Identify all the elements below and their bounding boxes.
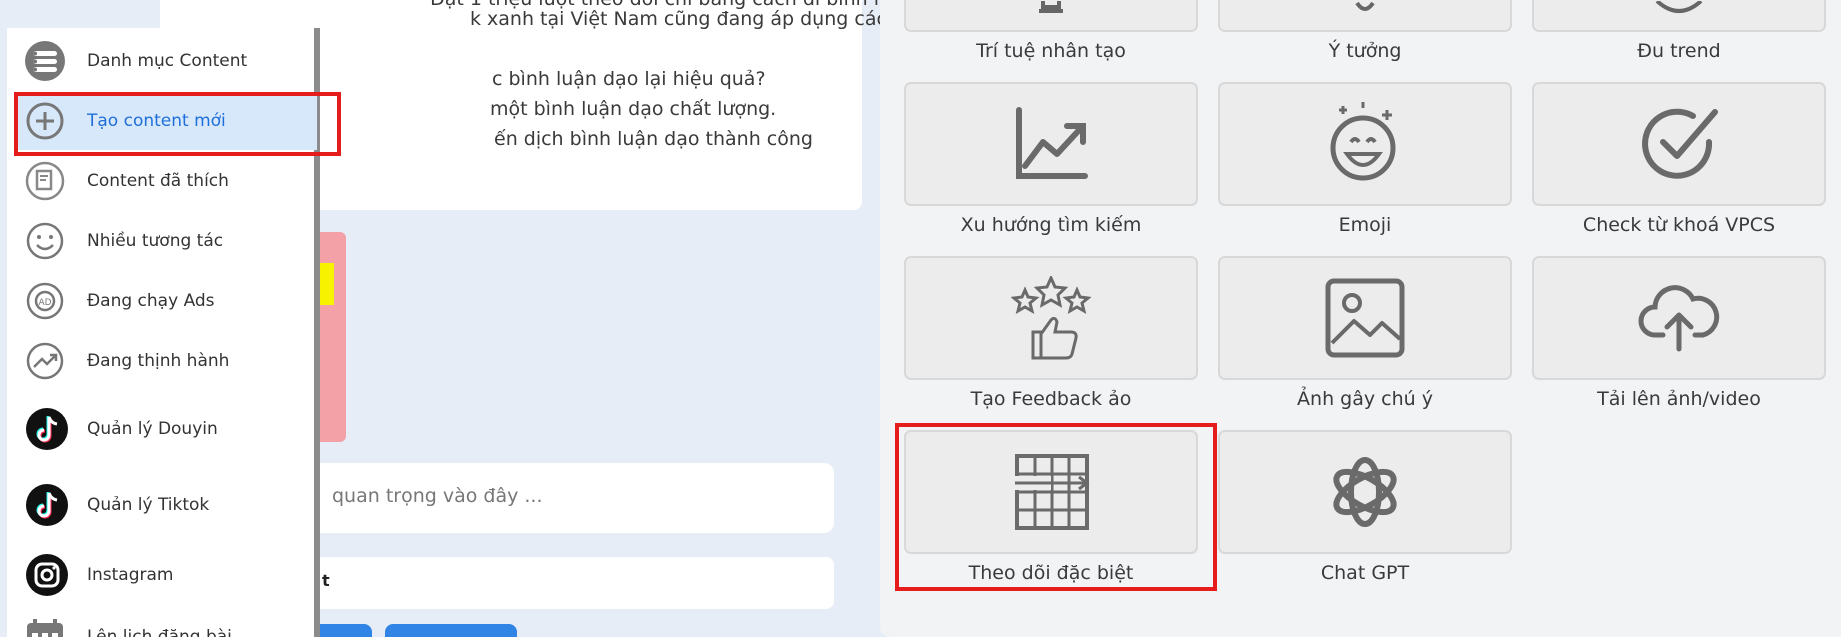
article-line: c bình luận dạo lại hiệu quả?: [492, 68, 766, 90]
trend-follow-icon: [1649, 1, 1709, 29]
tile-label: Đu trend: [1637, 40, 1721, 62]
tile-box: [1218, 82, 1512, 206]
sidebar-item-high-engagement[interactable]: Nhiều tương tác: [7, 212, 314, 270]
tile-label: Ý tưởng: [1328, 40, 1402, 62]
tile-label: Trí tuệ nhân tạo: [976, 40, 1126, 62]
tool-tile[interactable]: Trí tuệ nhân tạo: [904, 0, 1198, 62]
tile-box: [904, 256, 1198, 380]
input-placeholder: quan trọng vào đây ...: [332, 485, 543, 507]
sidebar-item-douyin[interactable]: Quản lý Douyin: [7, 400, 314, 458]
sidebar-item-label: Đang thịnh hành: [87, 351, 230, 371]
highlight-box: [895, 423, 1217, 591]
sidebar-item-label: Lên lịch đăng bài: [87, 627, 232, 637]
image-icon: [1324, 277, 1406, 359]
idea-icon: [1345, 1, 1385, 29]
tiktok-icon: [25, 407, 69, 451]
tile-label: Ảnh gây chú ý: [1297, 388, 1433, 410]
sidebar-item-tiktok[interactable]: Quản lý Tiktok: [7, 476, 314, 534]
list-icon: [25, 41, 65, 81]
tool-tile[interactable]: Đu trend: [1532, 0, 1826, 62]
tile-label: Emoji: [1338, 214, 1392, 236]
sidebar-item-content-categories[interactable]: Danh mục Content: [7, 32, 314, 90]
calendar-icon: [25, 617, 65, 637]
emoji-icon: [1325, 102, 1405, 186]
cloud-upload-icon: [1637, 283, 1721, 353]
sidebar-item-label: Instagram: [87, 565, 174, 585]
tile-box: [1218, 256, 1512, 380]
check-circle-icon: [1637, 102, 1721, 186]
tile-label: Chat GPT: [1320, 562, 1410, 584]
sidebar-item-liked-content[interactable]: Content đã thích: [7, 152, 314, 210]
tile-label: Tạo Feedback ảo: [970, 388, 1132, 410]
article-line: ến dịch bình luận dạo thành công: [494, 128, 813, 150]
tool-tile-emoji[interactable]: Emoji: [1218, 82, 1512, 236]
tool-tile[interactable]: Ý tưởng: [1218, 0, 1512, 62]
sidebar-item-running-ads[interactable]: AD Đang chạy Ads: [7, 272, 314, 330]
tile-box: [904, 82, 1198, 206]
article-line: một bình luận dạo chất lượng.: [490, 98, 777, 120]
article-line: k xanh tại Việt Nam cũng đang áp dụng cá…: [470, 8, 941, 30]
trending-icon: [25, 341, 65, 381]
smile-icon: [25, 221, 65, 261]
highlight-mark: [320, 263, 334, 305]
tile-box: [1218, 430, 1512, 554]
tool-tile-attention-image[interactable]: Ảnh gây chú ý: [1218, 256, 1512, 410]
sidebar-item-label: Quản lý Tiktok: [87, 495, 210, 515]
svg-text:AD: AD: [38, 298, 51, 308]
thumbs-up-stars-icon: [1011, 276, 1091, 360]
trend-chart-icon: [1011, 104, 1091, 184]
tile-label: Tải lên ảnh/video: [1597, 388, 1761, 410]
liked-content-icon: [25, 161, 65, 201]
tool-tile-search-trend[interactable]: Xu hướng tìm kiếm: [904, 82, 1198, 236]
ai-icon: [1031, 1, 1071, 29]
tile-box: [1218, 0, 1512, 32]
sidebar-item-schedule-post[interactable]: Lên lịch đăng bài: [7, 608, 314, 637]
instagram-icon: [25, 553, 69, 597]
content-input[interactable]: quan trọng vào đây ...: [300, 463, 834, 533]
tool-tile-fake-feedback[interactable]: Tạo Feedback ảo: [904, 256, 1198, 410]
action-button[interactable]: [385, 624, 517, 637]
tool-tile-upload[interactable]: Tải lên ảnh/video: [1532, 256, 1826, 410]
option-text: t: [322, 571, 330, 590]
sidebar-item-label: Đang chạy Ads: [87, 291, 215, 311]
sidebar-item-instagram[interactable]: Instagram: [7, 546, 314, 604]
option-field[interactable]: t: [300, 557, 834, 609]
tile-label: Check từ khoá VPCS: [1582, 214, 1776, 236]
sidebar-item-trending[interactable]: Đang thịnh hành: [7, 332, 314, 390]
ad-icon: AD: [25, 281, 65, 321]
tool-tile-check-keyword[interactable]: Check từ khoá VPCS: [1532, 82, 1826, 236]
sidebar-item-label: Quản lý Douyin: [87, 419, 218, 439]
tile-box: [1532, 0, 1826, 32]
openai-icon: [1325, 452, 1405, 532]
sidebar-item-label: Content đã thích: [87, 171, 229, 191]
tile-box: [904, 0, 1198, 32]
tile-box: [1532, 256, 1826, 380]
sidebar-item-label: Nhiều tương tác: [87, 231, 224, 251]
tool-tile-chatgpt[interactable]: Chat GPT: [1218, 430, 1512, 584]
tiktok-icon: [25, 483, 69, 527]
highlight-box: [14, 92, 341, 156]
sidebar-item-label: Danh mục Content: [87, 51, 248, 71]
tile-box: [1532, 82, 1826, 206]
tile-label: Xu hướng tìm kiếm: [960, 214, 1142, 236]
